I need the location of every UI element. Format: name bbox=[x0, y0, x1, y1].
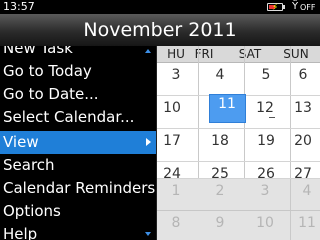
status-bar: 13:57 ⚡ Ÿ OFF bbox=[0, 0, 320, 14]
weekday-sun: SUN bbox=[283, 47, 309, 61]
day-cell-next-month[interactable]: 2 bbox=[200, 179, 245, 210]
menu-item-label: View bbox=[3, 133, 39, 151]
day-cell-next-month[interactable]: 4 bbox=[291, 179, 320, 210]
today-cell[interactable]: 11 bbox=[209, 94, 246, 123]
menu-item-help[interactable]: Help bbox=[0, 223, 156, 240]
day-cell[interactable]: 17 bbox=[152, 129, 192, 162]
day-cell-next-month[interactable]: 9 bbox=[200, 211, 245, 240]
clock: 13:57 bbox=[3, 0, 35, 13]
day-cell[interactable]: 4 bbox=[200, 63, 240, 96]
submenu-arrow-icon bbox=[146, 138, 151, 146]
day-cell-next-month[interactable]: 1 bbox=[156, 179, 200, 210]
day-cell[interactable]: 19 bbox=[246, 129, 286, 162]
menu-item-calendar-reminders[interactable]: Calendar Reminders bbox=[0, 177, 156, 200]
event-marker bbox=[269, 117, 275, 118]
day-cell[interactable]: 5 bbox=[246, 63, 286, 96]
month-title-bar: November 2011 bbox=[0, 14, 320, 46]
day-cell-next-month[interactable]: 3 bbox=[245, 179, 290, 210]
day-cell[interactable]: 20 bbox=[283, 129, 320, 162]
context-menu: New Task Go to Today Go to Date... Selec… bbox=[0, 46, 157, 240]
weekday-sat: SAT bbox=[238, 47, 262, 61]
day-cell-next-month[interactable]: 10 bbox=[245, 211, 290, 240]
radio-status: OFF bbox=[300, 3, 316, 12]
day-cell-next-month[interactable]: 8 bbox=[156, 211, 200, 240]
menu-item-options[interactable]: Options bbox=[0, 200, 156, 223]
menu-item-view[interactable]: View bbox=[0, 131, 156, 154]
menu-item-go-to-today[interactable]: Go to Today bbox=[0, 60, 156, 83]
menu-item-new-task[interactable]: New Task bbox=[0, 46, 156, 60]
charging-bolt-icon: ⚡ bbox=[272, 3, 279, 13]
day-cell[interactable]: 3 bbox=[156, 63, 196, 96]
menu-item-go-to-date[interactable]: Go to Date... bbox=[0, 83, 156, 106]
page-title: November 2011 bbox=[83, 19, 237, 41]
day-cell[interactable]: 6 bbox=[283, 63, 320, 96]
battery-icon: ⚡ bbox=[267, 3, 285, 13]
menu-item-select-calendar[interactable]: Select Calendar... bbox=[0, 106, 156, 129]
scroll-down-icon[interactable] bbox=[145, 232, 151, 236]
day-cell-next-month[interactable]: 11 bbox=[291, 211, 320, 240]
weekday-fri: FRI bbox=[194, 47, 214, 61]
day-cell[interactable]: 10 bbox=[152, 96, 192, 129]
day-cell[interactable]: 12 bbox=[245, 96, 285, 129]
antenna-icon: Ÿ bbox=[292, 1, 299, 12]
day-cell[interactable]: 13 bbox=[283, 96, 320, 129]
day-cell[interactable]: 18 bbox=[200, 129, 240, 162]
menu-item-search[interactable]: Search bbox=[0, 154, 156, 177]
